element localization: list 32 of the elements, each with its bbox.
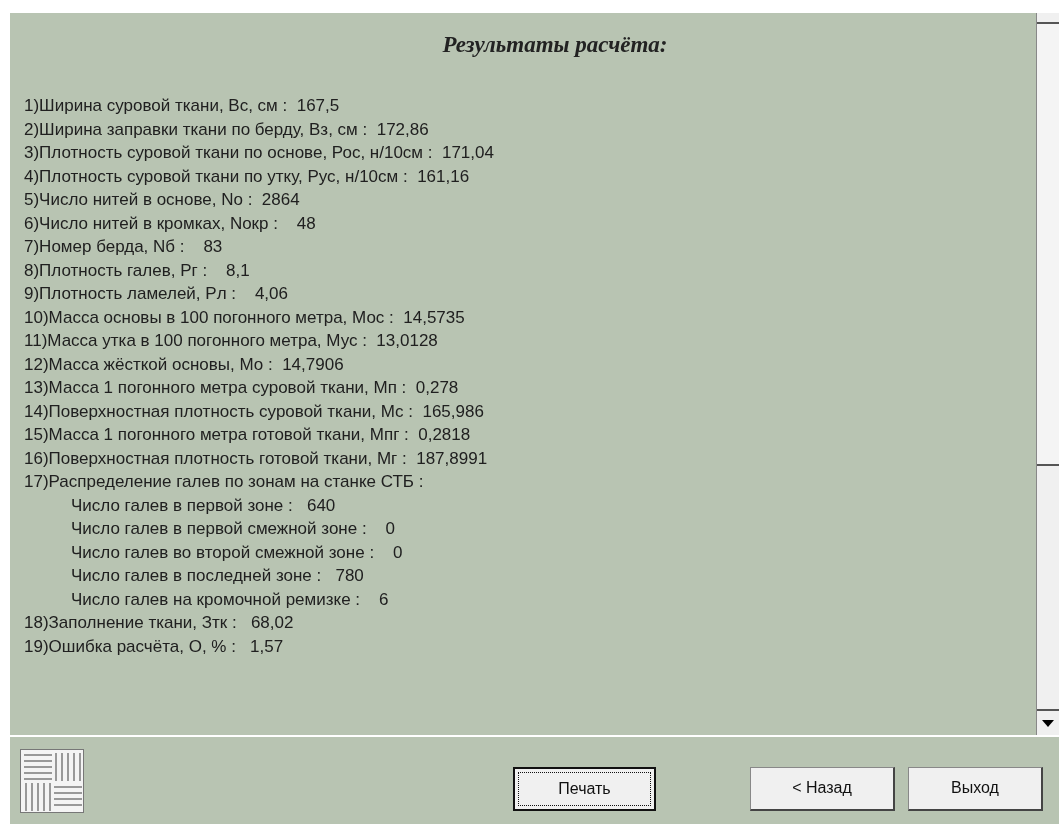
result-line: 8)Плотность галев, Рг : 8,1 — [24, 259, 251, 282]
result-line: 9)Плотность ламелей, Рл : 4,06 — [24, 283, 289, 305]
result-line: 6)Число нитей в кромках, Nокр : 48 — [24, 212, 317, 235]
result-line: 10)Масса основы в 100 погонного метра, Мос : 14,5735 — [24, 306, 466, 329]
result-line: Число галев на кромочной ремизке : 6 — [70, 588, 390, 611]
result-line: 11)Масса утка в 100 погонного метра, Мус : 13,0128 — [24, 330, 439, 352]
results-title: Результаты расчёта: — [442, 33, 668, 56]
result-line: 3)Плотность суровой ткани по основе, Рос, н/10см : 171,04 — [24, 142, 495, 164]
result-line: 4)Плотность суровой ткани по утку, Рус, н/10см : 161,16 — [24, 165, 471, 188]
dialog-button[interactable]: Выход — [908, 766, 1043, 811]
result-line: 12)Масса жёсткой основы, Мо : 14,7906 — [24, 353, 345, 376]
result-line: 15)Масса 1 погонного метра готовой ткани, Мпг : 0,2818 — [24, 424, 472, 446]
result-line: 7)Номер берда, Nб : 83 — [24, 236, 224, 258]
result-line: Число галев во второй смежной зоне : 0 — [70, 541, 404, 564]
scrollbar-thumb[interactable] — [1037, 22, 1059, 466]
result-line: 17)Распределение галев по зонам на станке СТБ : — [24, 471, 425, 493]
result-line: 2)Ширина заправки ткани по берду, Вз, см : 172,86 — [24, 118, 430, 141]
scrollbar[interactable] — [1036, 13, 1059, 735]
result-line: 5)Число нитей в основе, No : 2864 — [24, 189, 301, 211]
result-line: 14)Поверхностная плотность суровой ткани, Мс : 165,986 — [24, 400, 485, 423]
dialog-button[interactable]: Печать — [513, 766, 656, 811]
result-line: 13)Масса 1 погонного метра суровой ткани, Мп : 0,278 — [24, 377, 460, 399]
result-line: 19)Ошибка расчёта, О, % : 1,57 — [24, 635, 285, 658]
result-line: Число галев в последней зоне : 780 — [70, 565, 365, 587]
down-arrow-icon — [1042, 719, 1054, 727]
result-line: 18)Заполнение ткани, Зтк : 68,02 — [24, 612, 295, 634]
dialog-button[interactable]: < Назад — [750, 766, 895, 811]
result-line: 1)Ширина суровой ткани, Вс, см : 167,5 — [24, 95, 341, 117]
result-line: 16)Поверхностная плотность готовой ткани, Мг : 187,8991 — [24, 447, 489, 470]
fabric-weave-icon — [20, 748, 84, 813]
result-line: Число галев в первой смежной зоне : 0 — [70, 518, 396, 540]
result-line: Число галев в первой зоне : 640 — [70, 494, 337, 517]
